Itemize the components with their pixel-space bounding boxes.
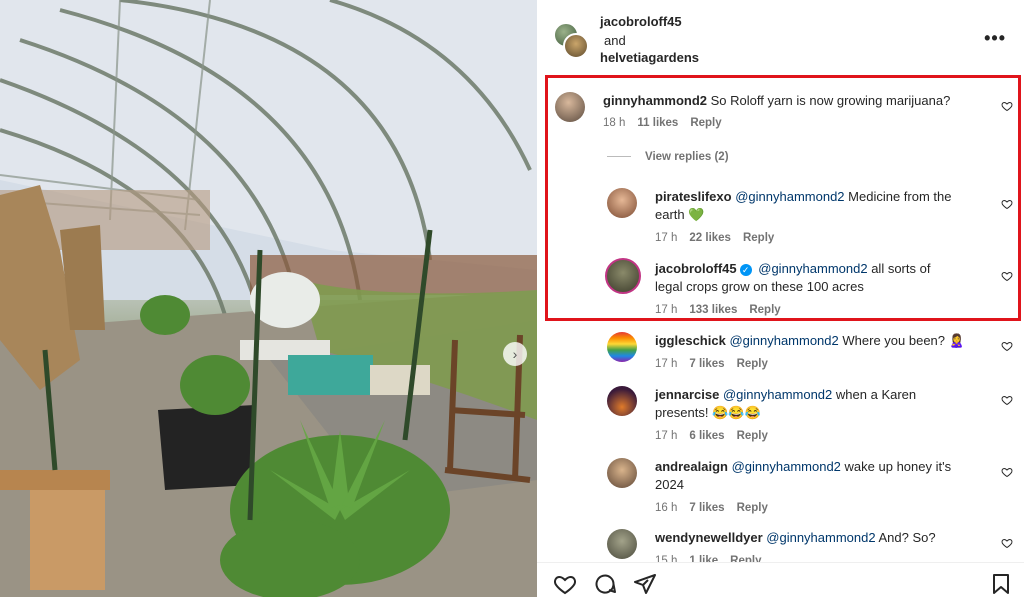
post-photo: › (0, 0, 537, 597)
author-username[interactable]: jacobroloff45 (600, 14, 682, 29)
mention-link[interactable]: @ginnyhammond2 (735, 189, 844, 204)
heart-icon[interactable] (1001, 270, 1013, 282)
comment-username[interactable]: wendynewelldyer (655, 530, 763, 545)
avatar[interactable] (563, 33, 589, 59)
heart-icon[interactable] (1001, 466, 1013, 478)
comment-text-line2: 2024 (655, 477, 684, 492)
comment-time: 18 h (603, 117, 626, 129)
post-header: jacobroloff45 and helvetiagardens ••• (537, 0, 1024, 74)
heart-icon[interactable] (1001, 100, 1013, 112)
likes-count[interactable]: 6 likes (689, 430, 724, 442)
post-actions-bar (537, 562, 1024, 597)
heart-icon[interactable] (1001, 340, 1013, 352)
heart-icon[interactable] (1001, 394, 1013, 406)
avatar[interactable] (607, 188, 637, 218)
bookmark-icon[interactable] (989, 572, 1013, 596)
comment-text-line2: presents! 😂😂😂 (655, 405, 761, 420)
reply-button[interactable]: Reply (743, 232, 774, 244)
mention-link[interactable]: @ginnyhammond2 (732, 459, 841, 474)
comment-time: 17 h (655, 430, 678, 442)
likes-count[interactable]: 7 likes (689, 358, 724, 370)
next-photo-button[interactable]: › (503, 342, 527, 366)
collaborator-username[interactable]: helvetiagardens (600, 50, 699, 65)
comment-username[interactable]: jennarcise (655, 387, 719, 402)
divider (607, 156, 631, 158)
likes-count[interactable]: 11 likes (637, 117, 678, 129)
mention-link[interactable]: @ginnyhammond2 (723, 387, 832, 402)
heart-icon[interactable] (1001, 537, 1013, 549)
reply-button[interactable]: Reply (737, 502, 768, 514)
comment-username[interactable]: andrealaign (655, 459, 728, 474)
reply-button[interactable]: Reply (749, 304, 780, 316)
comment-username[interactable]: iggleschick (655, 333, 726, 348)
comment-time: 17 h (655, 304, 678, 316)
comment-text: Where you been? 🙎‍♀️ (842, 333, 965, 348)
view-replies-button[interactable]: View replies (2) (607, 151, 729, 163)
avatar[interactable] (607, 386, 637, 416)
avatar[interactable] (555, 92, 585, 122)
comment-username[interactable]: jacobroloff45 (655, 261, 737, 276)
comment-time: 16 h (655, 502, 678, 514)
chevron-right-icon: › (512, 346, 518, 362)
comment-time: 17 h (655, 232, 678, 244)
likes-count[interactable]: 133 likes (689, 304, 737, 316)
mention-link[interactable]: @ginnyhammond2 (729, 333, 838, 348)
greenhouse-image (0, 0, 537, 597)
comment-text: So Roloff yarn is now growing marijuana? (710, 93, 951, 108)
comment-text-line2: earth 💚 (655, 207, 705, 222)
heart-icon[interactable] (1001, 198, 1013, 210)
avatar[interactable] (607, 529, 637, 559)
likes-count[interactable]: 7 likes (689, 502, 724, 514)
reply-button[interactable]: Reply (737, 430, 768, 442)
comment-icon[interactable] (593, 572, 617, 596)
comment-time: 17 h (655, 358, 678, 370)
mention-link[interactable]: @ginnyhammond2 (758, 261, 867, 276)
comment-text-line2: legal crops grow on these 100 acres (655, 279, 864, 294)
comments-pane: jacobroloff45 and helvetiagardens ••• gi… (537, 0, 1024, 597)
mention-link[interactable]: @ginnyhammond2 (766, 530, 875, 545)
comment-username[interactable]: ginnyhammond2 (603, 93, 707, 108)
reply-button[interactable]: Reply (737, 358, 768, 370)
avatar[interactable] (607, 332, 637, 362)
likes-count[interactable]: 22 likes (689, 232, 731, 244)
comment-text: all sorts of (871, 261, 931, 276)
comment-text: when a Karen (835, 387, 917, 402)
avatar[interactable] (605, 258, 641, 294)
share-icon[interactable] (633, 572, 657, 596)
verified-badge-icon: ✓ (739, 264, 752, 276)
and-text: and (604, 33, 626, 48)
reply-button[interactable]: Reply (690, 117, 721, 129)
more-options-icon[interactable]: ••• (984, 28, 1006, 49)
comment-username[interactable]: pirateslifexo (655, 189, 732, 204)
avatar[interactable] (607, 458, 637, 488)
comment-text: And? So? (878, 530, 936, 545)
comment-text: Medicine from the (848, 189, 952, 204)
comment-text: wake up honey it's (844, 459, 952, 474)
heart-icon[interactable] (553, 572, 577, 596)
